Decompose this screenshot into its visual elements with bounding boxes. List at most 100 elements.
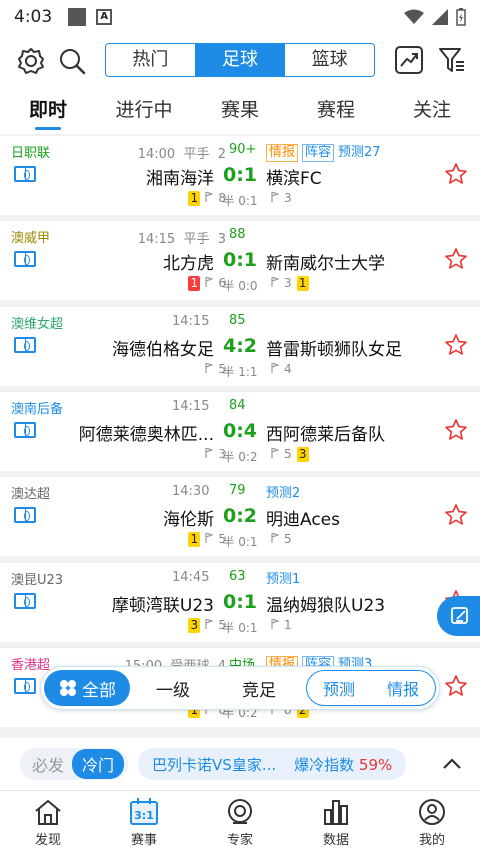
- match-time: 14:00 平手 2: [137, 147, 226, 162]
- half-time-score: 半 1:1: [222, 364, 258, 379]
- nav-discover[interactable]: 发现: [0, 791, 96, 854]
- match-card[interactable]: 澳南后备 14:15 84 阿德莱德奥林匹... 0:4 西阿德莱后备队 3 半…: [0, 391, 480, 471]
- yellow-card: 3: [296, 446, 309, 462]
- pitch-icon[interactable]: [14, 336, 36, 353]
- tab-live[interactable]: 即时: [0, 88, 96, 134]
- segment-football[interactable]: 足球: [194, 44, 285, 76]
- match-tag[interactable]: 预测2: [266, 482, 300, 501]
- tab-schedule[interactable]: 赛程: [288, 88, 384, 134]
- pitch-icon[interactable]: [14, 166, 36, 182]
- yellow-card: 1: [188, 191, 201, 206]
- league-name[interactable]: 澳昆U23: [11, 569, 63, 588]
- match-card[interactable]: 日职联 14:00 平手 2 90+ 情报 阵容 预测27 湘南海洋 0:1 横滨F…: [0, 136, 480, 215]
- match-card[interactable]: 澳达超 14:30 79 预测2 海伦斯 0:2 明迪Aces 15 半 0:1…: [0, 477, 480, 557]
- favorite-star-icon[interactable]: [444, 333, 468, 361]
- nav-data[interactable]: 数据: [288, 791, 384, 854]
- corner-flag-icon: [271, 532, 280, 544]
- bottom-nav: 发现 3:1 赛事 专家 数据 我的: [0, 790, 480, 854]
- top-bar: 热门 足球 篮球: [0, 34, 480, 88]
- away-team: 明迪Aces: [266, 510, 340, 531]
- wifi-icon: [404, 9, 424, 24]
- pitch-icon[interactable]: [14, 251, 36, 268]
- sport-segment: 热门 足球 篮球: [105, 43, 375, 77]
- filter-intel[interactable]: 情报: [371, 676, 435, 700]
- settings-gear-icon[interactable]: [16, 46, 46, 76]
- ticker-item[interactable]: 巴列卡诺VS皇家... 爆冷指数 59%: [138, 748, 407, 780]
- ticker-toggle: 必发 冷门: [20, 748, 129, 780]
- league-name[interactable]: 澳达超: [11, 483, 50, 502]
- match-score: 0:1: [222, 164, 258, 186]
- battery-icon: [456, 8, 466, 26]
- ticker-match: 巴列卡诺VS皇家...: [152, 755, 277, 774]
- match-tag[interactable]: 阵容: [302, 144, 335, 162]
- scoreboard-icon: 3:1: [130, 797, 158, 825]
- search-icon[interactable]: [57, 46, 87, 76]
- match-minute: 88: [229, 227, 246, 243]
- corner-flag-icon: [271, 191, 280, 202]
- segment-basketball[interactable]: 篮球: [284, 44, 374, 76]
- filter-icon[interactable]: [437, 45, 467, 75]
- yellow-card: 3: [188, 617, 201, 633]
- nav-events[interactable]: 3:1 赛事: [96, 791, 192, 854]
- favorite-star-icon[interactable]: [444, 674, 468, 702]
- pitch-icon[interactable]: [14, 677, 36, 694]
- main-tabs: 即时 进行中 赛果 赛程 关注: [0, 88, 480, 134]
- pitch-icon[interactable]: [14, 421, 36, 438]
- favorite-star-icon[interactable]: [444, 418, 468, 446]
- corner-flag-icon: [205, 362, 215, 373]
- segment-hot[interactable]: 热门: [106, 44, 195, 76]
- ticker-bar: 必发 冷门 巴列卡诺VS皇家... 爆冷指数 59%: [0, 738, 480, 790]
- filter-level1[interactable]: 一级: [130, 676, 216, 701]
- match-tag[interactable]: 预测27: [338, 141, 381, 160]
- corner-flag-icon: [205, 276, 215, 288]
- favorite-star-icon[interactable]: [444, 247, 468, 275]
- status-bar: 4:03 A: [0, 0, 480, 34]
- tab-follow[interactable]: 关注: [384, 88, 480, 134]
- match-score: 0:1: [222, 249, 258, 272]
- corner-count: 3: [271, 276, 292, 290]
- edit-float-button[interactable]: [437, 596, 480, 636]
- ticker-tab-upset[interactable]: 冷门: [72, 749, 125, 779]
- corner-count: 3: [271, 191, 292, 205]
- league-name[interactable]: 澳威甲: [11, 227, 50, 246]
- corner-flag-icon: [205, 447, 215, 458]
- away-stats: 5: [266, 532, 292, 546]
- match-tag[interactable]: 预测1: [266, 568, 300, 587]
- match-card[interactable]: 澳威甲 14:15 平手 3 88 北方虎 0:1 新南威尔士大学 16 半 0…: [0, 221, 480, 301]
- match-tags: 预测2: [266, 482, 304, 501]
- trend-icon[interactable]: [394, 45, 424, 75]
- corner-count: 4: [271, 362, 292, 376]
- user-icon: [419, 798, 445, 825]
- favorite-star-icon[interactable]: [444, 503, 468, 531]
- home-stats: 15: [183, 532, 226, 548]
- pitch-icon[interactable]: [14, 592, 36, 609]
- nav-experts[interactable]: 专家: [192, 791, 288, 854]
- tab-ongoing[interactable]: 进行中: [96, 88, 192, 134]
- ticker-tab-bifa[interactable]: 必发: [32, 752, 64, 776]
- match-time: 14:45: [172, 569, 210, 585]
- home-stats: 16: [183, 276, 226, 292]
- ticker-label: 爆冷指数 59%: [294, 755, 393, 774]
- corner-count: 5: [271, 532, 292, 546]
- nav-mine[interactable]: 我的: [384, 791, 480, 854]
- filter-lottery[interactable]: 竞足: [216, 676, 302, 701]
- favorite-star-icon[interactable]: [444, 162, 468, 190]
- match-card[interactable]: 澳昆U23 14:45 63 预测1 摩顿湾联U23 0:1 温纳姆狼队U23 …: [0, 562, 480, 642]
- match-card[interactable]: 澳维女超 14:15 85 海德伯格女足 4:2 普雷斯顿狮队女足 5 半 1:…: [0, 306, 480, 386]
- league-name[interactable]: 澳维女超: [11, 313, 63, 332]
- chevron-up-icon[interactable]: [442, 758, 462, 770]
- corner-flag-icon: [205, 191, 215, 202]
- filter-all-button[interactable]: 全部: [44, 670, 130, 706]
- corner-flag-icon: [205, 532, 215, 544]
- match-tag[interactable]: 情报: [266, 144, 299, 162]
- clover-icon: [60, 680, 76, 696]
- away-team: 新南威尔士大学: [266, 254, 385, 275]
- filter-predict[interactable]: 预测: [307, 676, 371, 700]
- tab-results[interactable]: 赛果: [192, 88, 288, 134]
- league-name[interactable]: 澳南后备: [11, 398, 63, 417]
- league-name[interactable]: 日职联: [11, 142, 50, 161]
- league-name[interactable]: 香港超: [11, 654, 50, 673]
- notification-a-icon: A: [96, 9, 113, 25]
- match-score: 0:2: [222, 505, 258, 528]
- pitch-icon[interactable]: [14, 507, 36, 524]
